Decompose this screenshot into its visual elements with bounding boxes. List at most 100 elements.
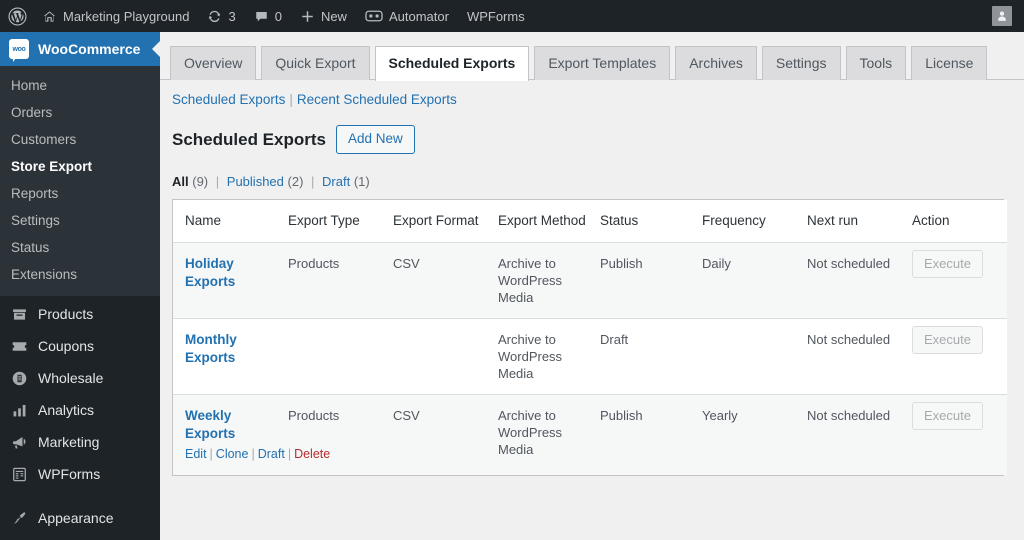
cell-next-run: Not scheduled xyxy=(807,242,912,319)
tab-archives[interactable]: Archives xyxy=(675,46,757,80)
main-content: Overview Quick Export Scheduled Exports … xyxy=(160,32,1024,540)
column-header-name[interactable]: Name xyxy=(173,200,288,243)
page-title: Scheduled Exports xyxy=(172,129,326,149)
subnav-link-recent-scheduled-exports[interactable]: Recent Scheduled Exports xyxy=(297,92,457,107)
cell-export-type: Products xyxy=(288,394,393,475)
sidebar-item-products-label: Products xyxy=(38,306,94,322)
sidebar-subitem-extensions[interactable]: Extensions xyxy=(0,261,160,288)
tab-overview[interactable]: Overview xyxy=(170,46,257,80)
filter-all-label[interactable]: All xyxy=(172,174,189,189)
cell-action: Execute xyxy=(912,318,1007,395)
tab-license[interactable]: License xyxy=(911,46,988,80)
bar-chart-icon xyxy=(9,400,29,420)
home-icon xyxy=(42,9,57,24)
adminbar-wpforms[interactable]: WPForms xyxy=(458,0,534,32)
sidebar-item-marketing-label: Marketing xyxy=(38,434,100,450)
row-actions: Edit | Clone | Draft | Delete xyxy=(185,445,330,463)
comment-bubble-icon xyxy=(254,9,269,24)
sidebar-subitem-status[interactable]: Status xyxy=(0,234,160,261)
column-header-status[interactable]: Status xyxy=(600,200,702,243)
filter-published-count: (2) xyxy=(287,174,304,189)
row-action-edit[interactable]: Edit xyxy=(185,447,207,461)
cell-action: Execute xyxy=(912,242,1007,319)
sidebar-subitem-customers[interactable]: Customers xyxy=(0,126,160,153)
adminbar-account[interactable] xyxy=(983,0,1024,32)
adminbar-site-name-label: Marketing Playground xyxy=(63,8,190,24)
products-box-icon xyxy=(9,304,29,324)
execute-button[interactable]: Execute xyxy=(912,402,983,430)
automator-robot-icon xyxy=(365,9,383,23)
adminbar-updates[interactable]: 3 xyxy=(198,0,244,32)
column-header-export-type[interactable]: Export Type xyxy=(288,200,393,243)
export-name-link[interactable]: Monthly Exports xyxy=(185,331,278,367)
adminbar-wordpress-logo[interactable] xyxy=(0,0,33,32)
tab-settings[interactable]: Settings xyxy=(761,46,841,80)
table-header-row: Name Export Type Export Format Export Me… xyxy=(173,200,1007,243)
tab-export-templates[interactable]: Export Templates xyxy=(534,46,671,80)
sub-navigation: Scheduled Exports | Recent Scheduled Expor… xyxy=(160,80,1024,107)
cell-name: Weekly Exports Edit | Clone | Draft | Delete xyxy=(173,394,330,475)
adminbar-new-label: New xyxy=(320,8,347,24)
adminbar-wpforms-label: WPForms xyxy=(466,8,525,24)
cell-export-type: Products xyxy=(288,242,393,319)
execute-button[interactable]: Execute xyxy=(912,250,983,278)
adminbar-new-content[interactable]: New xyxy=(291,0,356,32)
sidebar-item-analytics-label: Analytics xyxy=(38,402,95,418)
adminbar-automator[interactable]: Automator xyxy=(356,0,458,32)
admin-bar: Marketing Playground 3 0 New Automator W… xyxy=(0,0,1024,32)
cell-export-format: CSV xyxy=(393,394,498,475)
adminbar-comments-count: 0 xyxy=(274,8,282,24)
cell-status: Publish xyxy=(600,394,702,475)
sidebar-item-marketing[interactable]: Marketing xyxy=(0,426,160,458)
row-action-separator-3: | xyxy=(287,447,292,461)
adminbar-automator-label: Automator xyxy=(388,8,449,24)
row-action-clone[interactable]: Clone xyxy=(216,447,249,461)
execute-button[interactable]: Execute xyxy=(912,326,983,354)
sidebar-item-wholesale[interactable]: Wholesale xyxy=(0,362,160,394)
cell-next-run: Not scheduled xyxy=(807,394,912,475)
status-filter-links: All (9) | Published (2) | Draft (1) xyxy=(160,154,1024,195)
tab-scheduled-exports[interactable]: Scheduled Exports xyxy=(374,46,530,81)
sidebar-subitem-settings[interactable]: Settings xyxy=(0,207,160,234)
tab-quick-export[interactable]: Quick Export xyxy=(261,46,370,80)
export-name-link[interactable]: Holiday Exports xyxy=(185,255,278,291)
sidebar-item-analytics[interactable]: Analytics xyxy=(0,394,160,426)
adminbar-comments[interactable]: 0 xyxy=(245,0,291,32)
row-action-delete[interactable]: Delete xyxy=(294,447,330,461)
cell-export-format xyxy=(393,318,498,395)
wholesale-icon xyxy=(9,368,29,388)
column-header-frequency[interactable]: Frequency xyxy=(702,200,807,243)
megaphone-icon xyxy=(9,432,29,452)
column-header-export-method[interactable]: Export Method xyxy=(498,200,600,243)
export-name-link[interactable]: Weekly Exports xyxy=(185,407,278,443)
tab-tools[interactable]: Tools xyxy=(845,46,907,80)
adminbar-site-name[interactable]: Marketing Playground xyxy=(33,0,198,32)
column-header-export-format[interactable]: Export Format xyxy=(393,200,498,243)
filter-draft-label[interactable]: Draft xyxy=(322,174,350,189)
tab-bar: Overview Quick Export Scheduled Exports … xyxy=(160,32,1024,81)
woocommerce-submenu: Home Orders Customers Store Export Repor… xyxy=(0,66,160,296)
sidebar-item-wpforms[interactable]: WPForms xyxy=(0,458,160,490)
column-header-next-run[interactable]: Next run xyxy=(807,200,912,243)
add-new-button[interactable]: Add New xyxy=(335,125,415,154)
sidebar-subitem-home[interactable]: Home xyxy=(0,72,160,99)
sidebar-item-woocommerce[interactable]: woo WooCommerce xyxy=(0,32,160,66)
sidebar-subitem-store-export[interactable]: Store Export xyxy=(0,153,160,180)
cell-export-method: Archive to WordPress Media xyxy=(498,394,600,475)
sidebar-subitem-reports[interactable]: Reports xyxy=(0,180,160,207)
sidebar-subitem-orders[interactable]: Orders xyxy=(0,99,160,126)
sidebar-item-appearance[interactable]: Appearance xyxy=(0,502,160,534)
sidebar-item-coupons[interactable]: Coupons xyxy=(0,330,160,362)
scheduled-exports-table: Name Export Type Export Format Export Me… xyxy=(173,200,1007,475)
row-action-draft[interactable]: Draft xyxy=(258,447,285,461)
sidebar-item-appearance-label: Appearance xyxy=(38,510,114,526)
row-action-separator-2: | xyxy=(251,447,255,461)
row-action-separator-1: | xyxy=(209,447,213,461)
column-header-action[interactable]: Action xyxy=(912,200,1007,243)
sidebar-item-products[interactable]: Products xyxy=(0,298,160,330)
adminbar-updates-count: 3 xyxy=(228,8,236,24)
subnav-separator: | xyxy=(289,92,293,107)
subnav-link-scheduled-exports[interactable]: Scheduled Exports xyxy=(172,92,285,107)
user-avatar-icon xyxy=(992,6,1012,26)
filter-published-label[interactable]: Published xyxy=(227,174,284,189)
